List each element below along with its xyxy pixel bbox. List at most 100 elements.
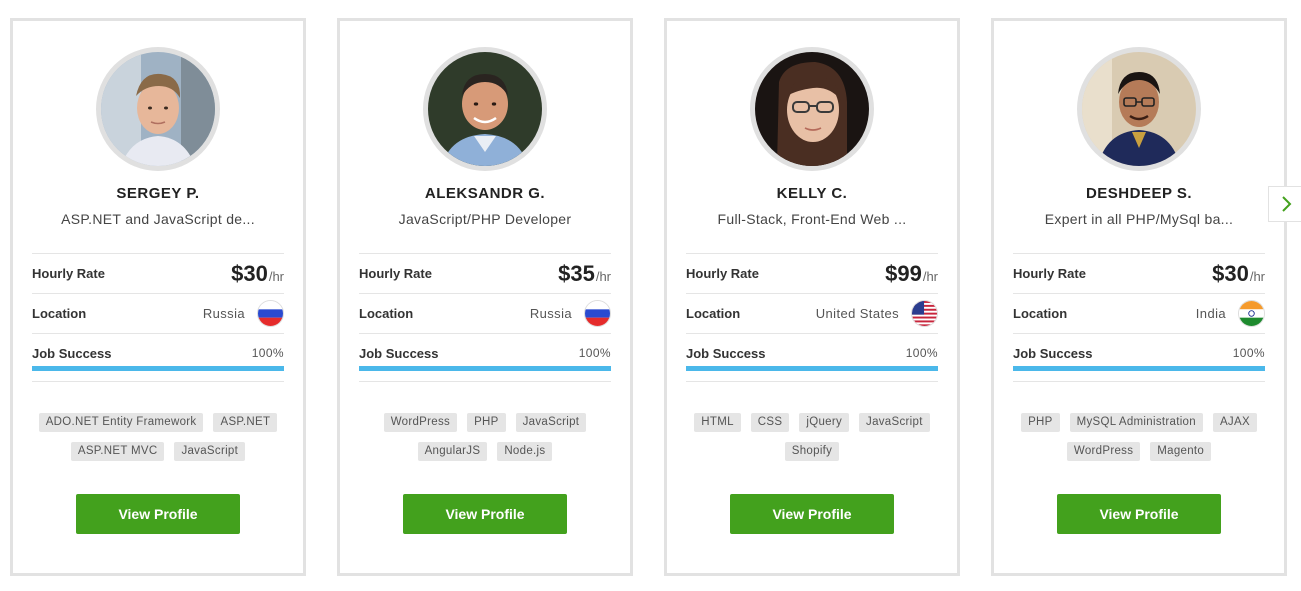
skill-tag[interactable]: Shopify: [784, 442, 840, 461]
hourly-rate-row: Hourly Rate $35 /hr: [359, 254, 611, 294]
rate-amount: $35: [558, 260, 595, 286]
freelancer-card: DESHDEEP S. Expert in all PHP/MySql ba..…: [991, 18, 1287, 576]
location-label: Location: [686, 306, 741, 321]
russia-flag-icon: [257, 300, 284, 327]
view-profile-button[interactable]: View Profile: [1057, 494, 1221, 534]
freelancer-card: ALEKSANDR G. JavaScript/PHP Developer Ho…: [337, 18, 633, 576]
rate-amount: $99: [885, 260, 922, 286]
job-success-fill: [32, 366, 284, 371]
skill-tag[interactable]: AJAX: [1212, 413, 1257, 432]
skill-tag[interactable]: ASP.NET: [213, 413, 278, 432]
location-value: Russia: [529, 306, 572, 321]
freelancer-name[interactable]: ALEKSANDR G.: [340, 185, 630, 202]
job-success-row: Job Success 100%: [1013, 334, 1265, 382]
skill-tag[interactable]: ASP.NET MVC: [70, 442, 165, 461]
job-success-value: 100%: [578, 346, 611, 360]
avatar[interactable]: [96, 47, 220, 171]
hourly-rate-value: $30 /hr: [231, 261, 284, 287]
view-profile-button[interactable]: View Profile: [76, 494, 240, 534]
skill-tag[interactable]: WordPress: [383, 413, 458, 432]
location-value-group: Russia: [530, 300, 611, 327]
rate-unit: /hr: [1249, 268, 1265, 284]
skill-tag[interactable]: Node.js: [497, 442, 553, 461]
freelancer-name[interactable]: KELLY C.: [667, 185, 957, 202]
freelancer-name[interactable]: DESHDEEP S.: [994, 185, 1284, 202]
location-value: India: [1195, 306, 1226, 321]
freelancer-title: ASP.NET and JavaScript de...: [61, 211, 255, 227]
skill-tag[interactable]: JavaScript: [515, 413, 587, 432]
rate-unit: /hr: [268, 268, 284, 284]
rate-amount: $30: [1212, 260, 1249, 286]
skill-tag[interactable]: HTML: [694, 413, 741, 432]
job-success-row: Job Success 100%: [359, 334, 611, 382]
avatar[interactable]: [423, 47, 547, 171]
skill-tag[interactable]: jQuery: [799, 413, 850, 432]
location-row: Location India: [1013, 294, 1265, 334]
rate-unit: /hr: [922, 268, 938, 284]
rate-unit: /hr: [595, 268, 611, 284]
location-value: Russia: [202, 306, 245, 321]
skills-list: WordPress PHP JavaScript AngularJS Node.…: [350, 413, 620, 461]
location-row: Location United States: [686, 294, 938, 334]
skills-list: HTML CSS jQuery JavaScript Shopify: [677, 413, 947, 461]
avatar-photo: [428, 52, 542, 166]
location-value-group: Russia: [203, 300, 284, 327]
rate-amount: $30: [231, 260, 268, 286]
stats-table: Hourly Rate $30 /hr Location India Job S…: [1013, 253, 1265, 382]
hourly-rate-row: Hourly Rate $99 /hr: [686, 254, 938, 294]
job-success-fill: [359, 366, 611, 371]
hourly-rate-label: Hourly Rate: [32, 266, 105, 281]
stats-table: Hourly Rate $30 /hr Location Russia Job …: [32, 253, 284, 382]
skill-tag[interactable]: PHP: [1021, 413, 1060, 432]
job-success-bar: [1013, 366, 1265, 371]
skill-tag[interactable]: MySQL Administration: [1069, 413, 1203, 432]
stats-table: Hourly Rate $35 /hr Location Russia Job …: [359, 253, 611, 382]
job-success-bar: [686, 366, 938, 371]
skill-tag[interactable]: ADO.NET Entity Framework: [38, 413, 204, 432]
freelancer-card: SERGEY P. ASP.NET and JavaScript de... H…: [10, 18, 306, 576]
russia-flag-icon: [584, 300, 611, 327]
skill-tag[interactable]: JavaScript: [174, 442, 246, 461]
hourly-rate-value: $30 /hr: [1212, 261, 1265, 287]
job-success-row: Job Success 100%: [32, 334, 284, 382]
carousel-next-button[interactable]: [1268, 186, 1301, 222]
hourly-rate-value: $99 /hr: [885, 261, 938, 287]
avatar-photo: [755, 52, 869, 166]
skill-tag[interactable]: WordPress: [1066, 442, 1141, 461]
freelancer-card: KELLY C. Full-Stack, Front-End Web ... H…: [664, 18, 960, 576]
chevron-right-icon: [1282, 196, 1292, 212]
view-profile-button[interactable]: View Profile: [403, 494, 567, 534]
job-success-label: Job Success: [32, 346, 112, 361]
skill-tag[interactable]: CSS: [750, 413, 790, 432]
location-label: Location: [359, 306, 414, 321]
skill-tag[interactable]: PHP: [467, 413, 506, 432]
location-row: Location Russia: [32, 294, 284, 334]
location-label: Location: [32, 306, 87, 321]
job-success-value: 100%: [1232, 346, 1265, 360]
freelancer-name[interactable]: SERGEY P.: [13, 185, 303, 202]
usa-flag-icon: [911, 300, 938, 327]
hourly-rate-label: Hourly Rate: [359, 266, 432, 281]
avatar-photo: [1082, 52, 1196, 166]
view-profile-button[interactable]: View Profile: [730, 494, 894, 534]
hourly-rate-value: $35 /hr: [558, 261, 611, 287]
skill-tag[interactable]: Magento: [1150, 442, 1212, 461]
hourly-rate-label: Hourly Rate: [1013, 266, 1086, 281]
job-success-row: Job Success 100%: [686, 334, 938, 382]
job-success-bar: [359, 366, 611, 371]
job-success-bar: [32, 366, 284, 371]
skill-tag[interactable]: JavaScript: [859, 413, 930, 432]
hourly-rate-row: Hourly Rate $30 /hr: [1013, 254, 1265, 294]
job-success-value: 100%: [905, 346, 938, 360]
skill-tag[interactable]: AngularJS: [417, 442, 488, 461]
job-success-label: Job Success: [359, 346, 439, 361]
job-success-label: Job Success: [1013, 346, 1093, 361]
location-row: Location Russia: [359, 294, 611, 334]
india-flag-icon: [1238, 300, 1265, 327]
avatar[interactable]: [1077, 47, 1201, 171]
avatar[interactable]: [750, 47, 874, 171]
hourly-rate-label: Hourly Rate: [686, 266, 759, 281]
job-success-value: 100%: [251, 346, 284, 360]
freelancer-title: Full-Stack, Front-End Web ...: [717, 211, 907, 227]
stats-table: Hourly Rate $99 /hr Location United Stat…: [686, 253, 938, 382]
